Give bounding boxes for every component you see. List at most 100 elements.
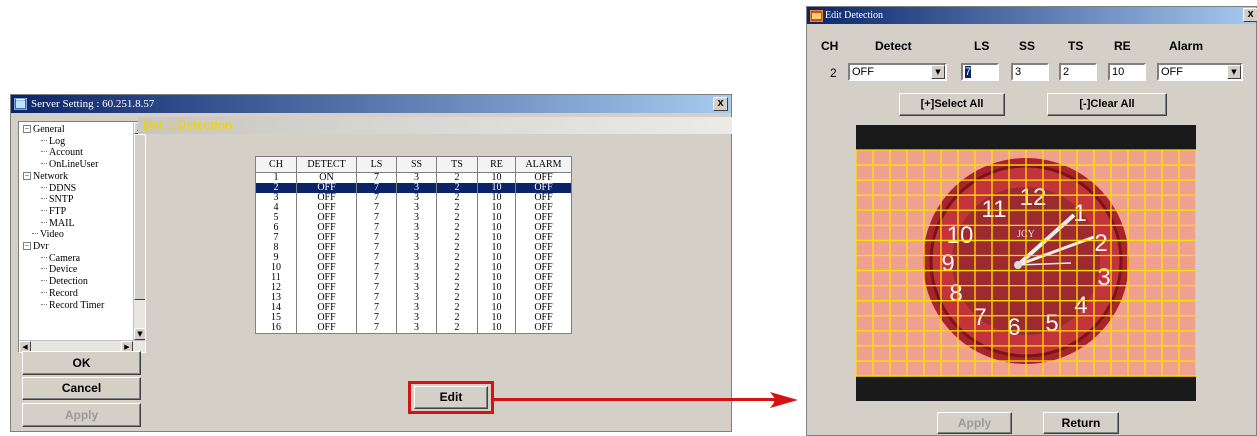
tree-item[interactable]: Log [41, 136, 65, 147]
tree-connector [41, 221, 47, 223]
detection-table: CH DETECT LS SS TS RE ALARM 1 ON 7 3 2 10 OFF 2… [255, 156, 572, 334]
tree-connector [41, 291, 47, 293]
ls-input[interactable]: 7 [961, 63, 999, 81]
alarm-select[interactable]: OFF ▼ [1157, 63, 1243, 81]
chevron-down-icon[interactable]: ▼ [931, 65, 945, 79]
tree-item[interactable]: Record [41, 288, 78, 299]
clock-numeral: 11 [982, 196, 1007, 223]
column-header[interactable]: LS [356, 156, 397, 173]
alarm-select-value: OFF [1161, 66, 1183, 78]
edit-detection-dialog: Edit Detection x CH Detect LS SS TS RE A… [806, 6, 1257, 436]
tree-item[interactable]: DDNS [41, 183, 76, 194]
table-row[interactable]: 16 OFF 7 3 2 10 OFF [255, 323, 572, 334]
ss-input-value: 3 [1015, 66, 1022, 78]
clock-numeral: 4 [1074, 292, 1087, 319]
re-input-value: 10 [1112, 66, 1125, 78]
tree-item[interactable]: FTP [41, 206, 66, 217]
tree-connector [41, 209, 47, 211]
clock-numeral: 3 [1097, 264, 1110, 291]
scroll-down-icon[interactable]: ▼ [134, 328, 145, 340]
section-title: Dvr :: Detection [138, 117, 732, 134]
dialog-close-button[interactable]: x [1243, 8, 1257, 22]
tree-expander-icon[interactable]: − [23, 242, 31, 250]
column-header[interactable]: DETECT [296, 156, 357, 173]
table-cell: OFF [296, 323, 357, 334]
apply-button[interactable]: Apply [22, 403, 141, 427]
tree-item-label: OnLineUser [49, 159, 99, 171]
edit-button[interactable]: Edit [414, 386, 488, 409]
tree-connector [41, 268, 47, 270]
close-button[interactable]: x [713, 97, 728, 111]
ok-button[interactable]: OK [22, 351, 141, 375]
re-input[interactable]: 10 [1108, 63, 1146, 81]
clock-numeral: 9 [941, 250, 954, 277]
tree-item[interactable]: Account [41, 147, 83, 158]
clock-numeral: 10 [947, 222, 974, 249]
tree-expander-icon[interactable]: − [23, 125, 31, 133]
column-header[interactable]: ALARM [515, 156, 572, 173]
tree-item[interactable]: Detection [41, 276, 88, 287]
ss-header: SS [1019, 39, 1036, 53]
detection-grid-area[interactable]: 12 1 2 3 4 5 6 7 8 9 10 11 JCY [856, 125, 1196, 401]
tree-connector [41, 139, 47, 141]
table-cell: 2 [436, 323, 478, 334]
arrow-head-icon [770, 392, 798, 408]
table-cell: 16 [255, 323, 297, 334]
ts-input[interactable]: 2 [1059, 63, 1097, 81]
column-header[interactable]: TS [436, 156, 478, 173]
tree-item-label: Account [49, 147, 83, 159]
clock-numeral: 8 [949, 280, 962, 307]
tree-connector [41, 256, 47, 258]
scroll-thumb[interactable] [134, 134, 145, 300]
column-header[interactable]: SS [396, 156, 437, 173]
tree-item-label: Log [49, 135, 66, 147]
table-cell: OFF [515, 323, 572, 334]
app-window-icon [14, 98, 27, 110]
tree-expander-icon[interactable]: − [23, 171, 31, 180]
table-cell: 7 [356, 323, 397, 334]
tree-item-label: Network [33, 170, 68, 182]
tree-item-label: Dvr [33, 241, 49, 252]
tree-item[interactable]: − Dvr [23, 241, 49, 252]
clear-all-button[interactable]: [-]Clear All [1047, 93, 1167, 116]
ls-header: LS [974, 39, 990, 53]
title-bar: Server Setting : 60.251.8.57 [11, 95, 731, 113]
tree-item-label: FTP [49, 205, 67, 217]
column-header[interactable]: RE [477, 156, 516, 173]
cancel-button[interactable]: Cancel [22, 377, 141, 400]
dialog-title: Edit Detection [825, 10, 884, 21]
clock-numeral: 12 [1020, 184, 1047, 211]
tree-item[interactable]: − General [23, 124, 65, 135]
tree-item-label: DDNS [49, 182, 77, 194]
tree-item[interactable]: Record Timer [41, 300, 104, 311]
column-header[interactable]: CH [255, 156, 297, 173]
tree-item[interactable]: Device [41, 264, 77, 275]
tree-item-label: Video [40, 229, 64, 241]
clock-numeral: 1 [1073, 200, 1086, 227]
tree-item[interactable]: OnLineUser [41, 159, 98, 170]
ss-input[interactable]: 3 [1011, 63, 1049, 81]
arrow-horizontal [494, 398, 777, 401]
table-cell: 3 [396, 323, 437, 334]
ts-header: TS [1068, 39, 1084, 53]
detect-select[interactable]: OFF ▼ [848, 63, 947, 81]
tree-item[interactable]: − Network [23, 171, 68, 182]
tree-item[interactable]: MAIL [41, 218, 75, 229]
select-all-button[interactable]: [+]Select All [899, 93, 1005, 116]
app-window-icon [810, 10, 823, 22]
tree-item[interactable]: Camera [41, 253, 80, 264]
tree-item-label: Camera [49, 252, 81, 264]
detect-select-value: OFF [852, 66, 874, 78]
tree-item[interactable]: Video [32, 229, 64, 240]
dialog-apply-button[interactable]: Apply [937, 412, 1012, 434]
re-header: RE [1114, 39, 1131, 53]
tree-connector [41, 163, 47, 165]
chevron-down-icon[interactable]: ▼ [1227, 65, 1241, 79]
vertical-scrollbar[interactable]: ▲ ▼ [133, 122, 145, 340]
tree-item[interactable]: SNTP [41, 194, 73, 205]
tree-connector [41, 151, 47, 153]
tree-item-label: General [33, 124, 65, 135]
clock-numeral: 2 [1094, 230, 1107, 257]
return-button[interactable]: Return [1043, 412, 1119, 434]
tree-item-label: MAIL [49, 217, 75, 229]
